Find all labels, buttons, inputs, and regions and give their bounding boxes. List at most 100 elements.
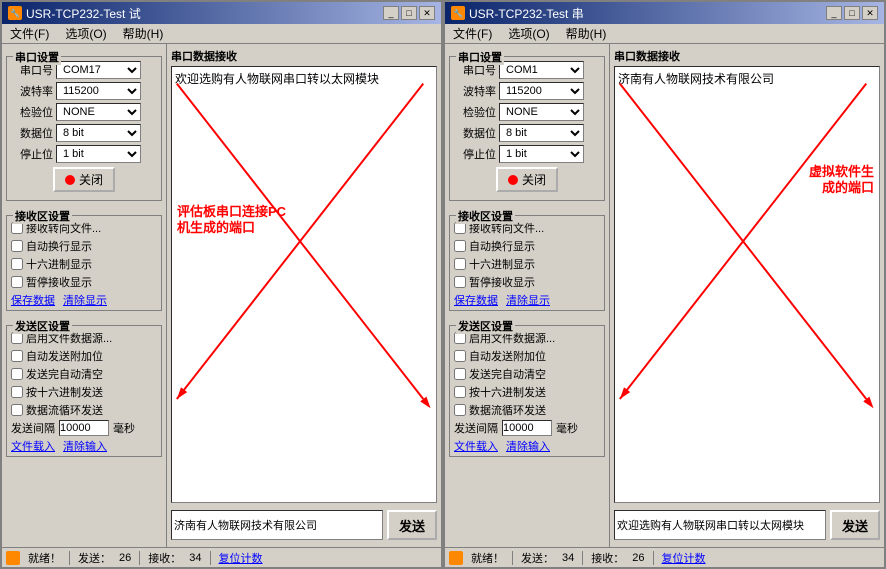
minimize-btn-1[interactable]: _ — [383, 6, 399, 20]
data-select-1[interactable]: 8 bit — [56, 124, 141, 142]
maximize-btn-2[interactable]: □ — [844, 6, 860, 20]
app-icon-2: 🔧 — [451, 6, 465, 20]
clear-input-link-1[interactable]: 清除输入 — [63, 438, 107, 454]
port-select-2[interactable]: COM1 — [499, 61, 584, 79]
check-label-1: 检验位 — [11, 104, 53, 120]
send-cb3-2[interactable] — [454, 368, 466, 380]
recv-label-2: 接收： — [591, 550, 624, 566]
title-bar-left-2: 🔧 USR-TCP232-Test 串 — [451, 5, 584, 22]
close-btn-2[interactable]: ✕ — [862, 6, 878, 20]
recv-cb4-2[interactable] — [454, 276, 466, 288]
send-input-2[interactable] — [614, 510, 826, 540]
stop-select-2[interactable]: 1 bit — [499, 145, 584, 163]
reset-count-btn-2[interactable]: 复位计数 — [662, 550, 706, 566]
right-panel-2: 串口数据接收 济南有人物联网技术有限公司 发送 — [610, 44, 884, 547]
recv-cb4-row-1: 暂停接收显示 — [11, 274, 157, 290]
recv-label-1: 接收： — [148, 550, 181, 566]
minimize-btn-2[interactable]: _ — [826, 6, 842, 20]
check-select-2[interactable]: NONE — [499, 103, 584, 121]
recv-cb2-label-2: 自动换行显示 — [469, 238, 535, 254]
status-icon-2 — [449, 551, 463, 565]
maximize-btn-1[interactable]: □ — [401, 6, 417, 20]
save-data-link-1[interactable]: 保存数据 — [11, 292, 55, 308]
menu-bar-1: 文件(F) 选项(O) 帮助(H) — [2, 24, 441, 44]
send-cb4-label-2: 按十六进制发送 — [469, 384, 546, 400]
clear-display-link-1[interactable]: 清除显示 — [63, 292, 107, 308]
recv-cb4-1[interactable] — [11, 276, 23, 288]
send-cb4-1[interactable] — [11, 386, 23, 398]
recv-cb3-1[interactable] — [11, 258, 23, 270]
recv-cb2-1[interactable] — [11, 240, 23, 252]
send-button-1[interactable]: 发送 — [387, 510, 437, 540]
send-cb2-1[interactable] — [11, 350, 23, 362]
recv-cb2-row-1: 自动换行显示 — [11, 238, 157, 254]
send-cb5-row-2: 数据流循环发送 — [454, 402, 600, 418]
interval-input-2[interactable] — [502, 420, 552, 436]
close-port-btn-1[interactable]: 关闭 — [53, 167, 115, 192]
recv-area-label-2: 串口数据接收 — [614, 48, 880, 64]
recv-cb3-label-2: 十六进制显示 — [469, 256, 535, 272]
check-row-2: 检验位 NONE — [454, 103, 600, 121]
send-cb3-row-2: 发送完自动清空 — [454, 366, 600, 382]
save-data-link-2[interactable]: 保存数据 — [454, 292, 498, 308]
recv-cb2-row-2: 自动换行显示 — [454, 238, 600, 254]
send-bottom-2: 发送 — [614, 507, 880, 543]
recv-display-2: 济南有人物联网技术有限公司 — [614, 66, 880, 503]
menu-options-2[interactable]: 选项(O) — [504, 24, 553, 43]
recv-settings-title-1: 接收区设置 — [13, 208, 72, 224]
send-input-1[interactable] — [171, 510, 383, 540]
interval-input-1[interactable] — [59, 420, 109, 436]
stop-select-1[interactable]: 1 bit — [56, 145, 141, 163]
divider2a — [512, 551, 513, 565]
port-select-1[interactable]: COM17 — [56, 61, 141, 79]
right-panel-content-1: 串口数据接收 欢迎选购有人物联网串口转以太网模块 发送 — [171, 48, 437, 543]
menu-options-1[interactable]: 选项(O) — [61, 24, 110, 43]
send-button-2[interactable]: 发送 — [830, 510, 880, 540]
baud-select-2[interactable]: 115200 — [499, 82, 584, 100]
send-settings-2: 发送区设置 启用文件数据源... 自动发送附加位 发送完自动清空 按十六进制发送 — [449, 325, 605, 457]
send-cb4-label-1: 按十六进制发送 — [26, 384, 103, 400]
baud-select-1[interactable]: 115200 — [56, 82, 141, 100]
file-load-link-2[interactable]: 文件载入 — [454, 438, 498, 454]
interval-label-2: 发送间隔 — [454, 420, 498, 436]
recv-settings-2: 接收区设置 接收转向文件... 自动换行显示 十六进制显示 暂停接收显示 — [449, 215, 605, 311]
clear-display-link-2[interactable]: 清除显示 — [506, 292, 550, 308]
status-text-1: 就绪！ — [28, 550, 61, 566]
interval-unit-2: 毫秒 — [556, 420, 578, 436]
divider1a — [69, 551, 70, 565]
menu-help-2[interactable]: 帮助(H) — [562, 24, 611, 43]
right-panel-1: 串口数据接收 欢迎选购有人物联网串口转以太网模块 发送 — [167, 44, 441, 547]
recv-links-1: 保存数据 清除显示 — [11, 292, 157, 308]
clear-input-link-2[interactable]: 清除输入 — [506, 438, 550, 454]
baud-row-2: 波特率 115200 — [454, 82, 600, 100]
data-row-2: 数据位 8 bit — [454, 124, 600, 142]
send-cb5-2[interactable] — [454, 404, 466, 416]
data-select-2[interactable]: 8 bit — [499, 124, 584, 142]
left-panel-1: 串口设置 串口号 COM17 波特率 115200 检验位 NONE — [2, 44, 167, 547]
title-bar-left-1: 🔧 USR-TCP232-Test 试 — [8, 5, 141, 22]
recv-cb3-2[interactable] — [454, 258, 466, 270]
file-load-link-1[interactable]: 文件载入 — [11, 438, 55, 454]
check-select-1[interactable]: NONE — [56, 103, 141, 121]
close-port-btn-2[interactable]: 关闭 — [496, 167, 558, 192]
reset-count-btn-1[interactable]: 复位计数 — [219, 550, 263, 566]
send-cb3-1[interactable] — [11, 368, 23, 380]
menu-help-1[interactable]: 帮助(H) — [119, 24, 168, 43]
send-label-2: 发送： — [521, 550, 554, 566]
send-cb5-1[interactable] — [11, 404, 23, 416]
recv-cb4-label-2: 暂停接收显示 — [469, 274, 535, 290]
menu-file-1[interactable]: 文件(F) — [6, 24, 53, 43]
recv-cb3-row-2: 十六进制显示 — [454, 256, 600, 272]
recv-cb4-row-2: 暂停接收显示 — [454, 274, 600, 290]
serial-settings-title-2: 串口设置 — [456, 49, 504, 65]
title-buttons-2: _ □ ✕ — [826, 6, 878, 20]
stop-row-2: 停止位 1 bit — [454, 145, 600, 163]
recv-cb2-2[interactable] — [454, 240, 466, 252]
recv-cb2-label-1: 自动换行显示 — [26, 238, 92, 254]
interval-unit-1: 毫秒 — [113, 420, 135, 436]
send-cb2-2[interactable] — [454, 350, 466, 362]
send-settings-title-1: 发送区设置 — [13, 318, 72, 334]
menu-file-2[interactable]: 文件(F) — [449, 24, 496, 43]
send-cb4-2[interactable] — [454, 386, 466, 398]
close-btn-1[interactable]: ✕ — [419, 6, 435, 20]
